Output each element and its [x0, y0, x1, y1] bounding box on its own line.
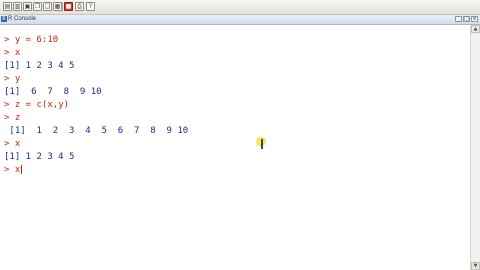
print-button[interactable]: ⎙: [75, 2, 84, 11]
console-prompt: >: [4, 113, 10, 123]
copy-button[interactable]: ❐: [33, 2, 42, 11]
console-command-line: > z = c(x,y): [4, 99, 69, 111]
command-text: x: [14, 139, 21, 149]
paste-button[interactable]: ❑: [43, 2, 52, 11]
console-command-line: > x: [4, 47, 20, 59]
r-logo-icon: R: [1, 16, 7, 22]
console-prompt: >: [4, 35, 10, 45]
window-title: R Console: [8, 16, 37, 22]
console-command-line: > z: [4, 112, 20, 124]
console-command-line: > x: [4, 138, 20, 150]
help-icon: ?: [88, 3, 93, 10]
console-prompt: >: [4, 165, 10, 175]
text-caret: [21, 165, 23, 174]
console-window-titlebar[interactable]: R R Console _ □ ×: [0, 15, 480, 25]
help-button[interactable]: ?: [86, 2, 95, 11]
stop-icon: ■: [65, 3, 72, 10]
minimize-button[interactable]: _: [455, 16, 462, 22]
command-text: y = 6:10: [14, 35, 59, 45]
output-text: [1] 1 2 3 4 5: [4, 61, 75, 71]
copy-icon: ❐: [34, 3, 41, 10]
stop-button[interactable]: ■: [64, 2, 73, 11]
copy-paste-icon: ▦: [54, 3, 61, 10]
command-text: z: [14, 113, 21, 123]
command-text: x: [14, 165, 21, 175]
toolbar: ▤ ▥ ▣ ❐ ❑ ▦ ■ ⎙?: [0, 0, 480, 15]
open-script-icon: ▤: [4, 3, 11, 10]
toolbar-separator: [62, 2, 63, 12]
console-output-line: [1] 1 2 3 4 5 6 7 8 9 10: [4, 125, 188, 137]
scroll-down-arrow-icon[interactable]: ▼: [471, 262, 480, 270]
ibeam-cursor-icon: [261, 139, 263, 149]
close-button[interactable]: ×: [471, 16, 478, 22]
console-output-area[interactable]: > y = 6:10 > x [1] 1 2 3 4 5 > y [1] 6 7 8 9…: [0, 25, 470, 270]
paste-icon: ❑: [44, 3, 51, 10]
output-text: [1] 1 2 3 4 5: [4, 152, 75, 162]
command-text: x: [14, 48, 21, 58]
open-script-button[interactable]: ▤: [3, 2, 12, 11]
console-output-line: [1] 1 2 3 4 5: [4, 60, 74, 72]
console-prompt: >: [4, 139, 10, 149]
console-command-line: > y = 6:10: [4, 34, 58, 46]
console-prompt: >: [4, 100, 10, 110]
console-command-line: > y: [4, 73, 20, 85]
console-output-line: [1] 1 2 3 4 5: [4, 151, 74, 163]
output-text: [1] 1 2 3 4 5 6 7 8 9 10: [4, 126, 189, 136]
save-button[interactable]: ▣: [23, 2, 32, 11]
command-text: z = c(x,y): [14, 100, 70, 110]
print-icon: ⎙: [77, 3, 82, 10]
load-workspace-button[interactable]: ▥: [13, 2, 22, 11]
scroll-up-arrow-icon[interactable]: ▲: [471, 25, 480, 33]
copy-paste-button[interactable]: ▦: [53, 2, 62, 11]
console-output-line: [1] 6 7 8 9 10: [4, 86, 102, 98]
command-text: y: [14, 74, 21, 84]
vertical-scrollbar[interactable]: ▲ ▼: [470, 25, 480, 270]
load-workspace-icon: ▥: [14, 3, 21, 10]
maximize-button[interactable]: □: [463, 16, 470, 22]
output-text: [1] 6 7 8 9 10: [4, 87, 102, 97]
console-prompt: >: [4, 74, 10, 84]
console-prompt: >: [4, 48, 10, 58]
save-icon: ▣: [24, 3, 31, 10]
console-current-input-line[interactable]: > x: [4, 164, 23, 176]
